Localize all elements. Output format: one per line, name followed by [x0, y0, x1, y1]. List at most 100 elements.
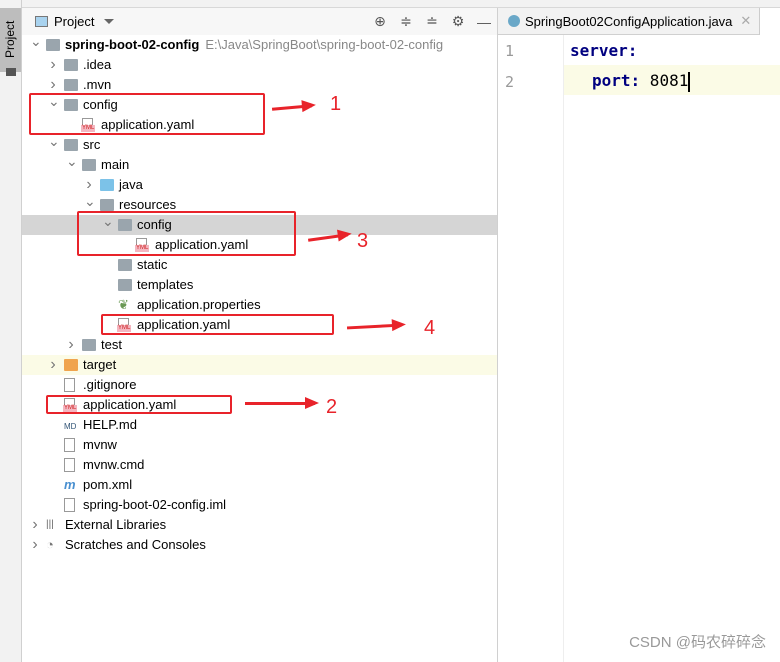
tree-item-text: External Libraries	[65, 515, 166, 535]
tree-item-label: test	[101, 337, 122, 352]
annotation-number-4: 4	[424, 317, 436, 339]
tree-item-label: target	[83, 357, 117, 372]
tree-item[interactable]: .gitignore	[22, 375, 497, 395]
project-tool-tab[interactable]: Project	[0, 8, 21, 76]
chevron-down-icon[interactable]	[104, 19, 115, 24]
tree-item-text: mvnw	[83, 435, 117, 455]
annotation-arrow-2	[245, 397, 319, 409]
tree-item-text: HELP.md	[83, 415, 137, 435]
module-path: E:\Java\SpringBoot\spring-boot-02-config	[205, 37, 444, 52]
tree-item[interactable]: static	[22, 255, 497, 275]
code-line[interactable]: port: 8081	[592, 66, 780, 96]
project-tool-tab-label: Project	[3, 20, 17, 58]
tree-item-text: spring-boot-02-config.iml	[83, 495, 226, 515]
tree-item[interactable]: › .idea	[22, 55, 497, 75]
tool-window-strip: Project	[0, 0, 22, 662]
tree-item-label: pom.xml	[83, 477, 133, 492]
tree-item[interactable]: spring-boot-02-config.iml	[22, 495, 497, 515]
chevron-down-icon[interactable]: ⌄	[66, 151, 78, 171]
chevron-right-icon[interactable]: ›	[66, 335, 76, 355]
tree-item-text: application.properties	[137, 295, 261, 315]
markdown-file-icon: MD	[64, 422, 77, 431]
chevron-right-icon[interactable]: ›	[30, 535, 40, 555]
tree-item[interactable]: mvnw	[22, 435, 497, 455]
tree-item-label: main	[101, 157, 130, 172]
collapse-all-icon[interactable]: ≐	[419, 13, 445, 30]
file-icon	[64, 498, 75, 512]
folder-icon	[100, 179, 114, 191]
tree-item-text: .mvn	[83, 75, 111, 95]
tree-item[interactable]: mvnw.cmd	[22, 455, 497, 475]
folder-icon	[82, 339, 96, 351]
folder-icon	[100, 199, 114, 211]
folder-icon	[64, 139, 78, 151]
tree-item[interactable]: ⌄ spring-boot-02-config E:\Java\SpringBoot…	[22, 33, 497, 55]
tree-item[interactable]: templates	[22, 275, 497, 295]
annotation-number-1: 1	[330, 93, 342, 115]
gear-icon[interactable]: ⚙	[445, 13, 471, 30]
tree-item-label: templates	[137, 277, 194, 292]
expand-all-icon[interactable]: ≑	[393, 13, 419, 30]
editor-tab-yaml[interactable]	[759, 7, 780, 35]
chevron-down-icon[interactable]: ⌄	[84, 191, 96, 211]
project-view-selector[interactable]: Project	[54, 14, 94, 29]
chevron-right-icon[interactable]: ›	[48, 355, 58, 375]
editor-tabs: SpringBoot02ConfigApplication.java ✕	[498, 7, 780, 35]
scratch-icon: ◔	[46, 537, 54, 552]
tree-item-label: mvnw.cmd	[83, 457, 145, 472]
tree-item-text: .idea	[83, 55, 111, 75]
annotation-number-2: 2	[326, 396, 338, 418]
tree-item-label: .gitignore	[83, 377, 137, 392]
chevron-right-icon[interactable]: ›	[30, 515, 40, 535]
tree-item-label: Scratches and Consoles	[65, 537, 206, 552]
tree-item-label: External Libraries	[65, 517, 167, 532]
tree-item-text: src	[83, 135, 100, 155]
yaml-key: server:	[570, 41, 638, 60]
tree-item-text: Scratches and Consoles	[65, 535, 206, 555]
tree-item-text: target	[83, 355, 116, 375]
tree-item[interactable]: › .mvn	[22, 75, 497, 95]
folder-icon	[118, 259, 132, 271]
tree-item[interactable]: ⌄ src	[22, 133, 497, 155]
line-number: 1	[505, 42, 515, 60]
tree-item[interactable]: › ◔ Scratches and Consoles	[22, 535, 497, 555]
tree-item-text: .gitignore	[83, 375, 136, 395]
tree-item-text: java	[119, 175, 143, 195]
annotation-box-2	[46, 395, 232, 414]
tree-item[interactable]: › ||| External Libraries	[22, 515, 497, 535]
folder-icon	[64, 359, 78, 371]
text-cursor	[688, 71, 691, 92]
tree-item-label: .idea	[83, 57, 112, 72]
tree-item-text: pom.xml	[83, 475, 132, 495]
tree-item[interactable]: ❦ application.properties	[22, 295, 497, 315]
folder-icon	[64, 79, 78, 91]
tree-item-label: spring-boot-02-config.iml	[83, 497, 227, 512]
editor: SpringBoot02ConfigApplication.java ✕ 1 2…	[498, 7, 780, 662]
folder-icon	[118, 279, 132, 291]
yaml-key: port:	[592, 71, 641, 90]
folder-icon	[6, 68, 16, 76]
locate-icon[interactable]: ⊕	[367, 13, 393, 30]
tree-item-label: java	[119, 177, 143, 192]
minimize-icon[interactable]: —	[471, 14, 497, 30]
editor-tab-java[interactable]: SpringBoot02ConfigApplication.java	[525, 14, 732, 29]
close-icon[interactable]: ✕	[740, 13, 751, 29]
tree-item[interactable]: › target	[22, 355, 497, 375]
maven-icon: m	[64, 477, 76, 492]
library-icon: |||	[46, 519, 54, 530]
annotation-box-4	[101, 314, 334, 335]
chevron-down-icon[interactable]: ⌄	[30, 31, 42, 51]
tree-item-text: templates	[137, 275, 193, 295]
file-icon	[64, 438, 75, 452]
annotation-number-3: 3	[357, 230, 369, 252]
tree-item[interactable]: MD HELP.md	[22, 415, 497, 435]
chevron-right-icon[interactable]: ›	[48, 55, 58, 75]
tree-item-label: spring-boot-02-config	[65, 37, 200, 52]
tree-item[interactable]: ⌄ main	[22, 153, 497, 175]
tree-item[interactable]: m pom.xml	[22, 475, 497, 495]
top-bar	[22, 0, 780, 8]
module-icon	[46, 39, 60, 51]
folder-icon	[64, 59, 78, 71]
code-line[interactable]: server:	[570, 36, 780, 66]
tree-item-label: static	[137, 257, 168, 272]
